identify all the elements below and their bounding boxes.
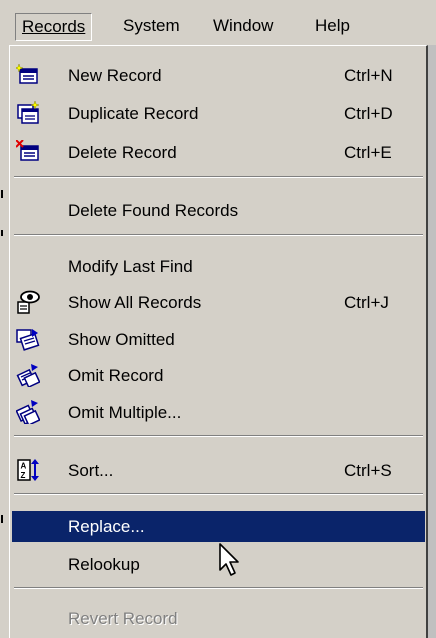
duplicate-record-icon xyxy=(17,101,40,124)
menu-item-label: Replace... xyxy=(68,517,145,536)
menu-item-modify-last-find[interactable]: Modify Last Find xyxy=(12,251,425,282)
menu-item-shortcut: Ctrl+D xyxy=(344,104,393,123)
window-edge-mark xyxy=(1,230,3,236)
menu-separator xyxy=(14,234,423,236)
menu-item-delete-record[interactable]: Delete Record Ctrl+E xyxy=(12,137,425,168)
menu-item-label: Duplicate Record xyxy=(68,104,199,123)
menu-item-show-omitted[interactable]: Show Omitted xyxy=(12,324,425,355)
show-all-records-icon xyxy=(17,290,40,314)
menu-window-label: Window xyxy=(213,16,274,35)
svg-text:Z: Z xyxy=(21,471,26,480)
menu-item-label: Omit Record xyxy=(68,366,164,385)
show-omitted-icon xyxy=(16,329,40,351)
menu-item-revert-record: Revert Record xyxy=(12,603,425,634)
menu-item-duplicate-record[interactable]: Duplicate Record Ctrl+D xyxy=(12,98,425,129)
menu-item-label: Show All Records xyxy=(68,293,202,312)
menu-help-label: Help xyxy=(315,16,350,35)
svg-text:A: A xyxy=(21,462,27,471)
menu-item-label: New Record xyxy=(68,66,162,85)
menu-separator xyxy=(14,587,423,589)
menu-item-shortcut: Ctrl+E xyxy=(344,143,392,162)
menu-item-omit-multiple[interactable]: Omit Multiple... xyxy=(12,397,425,428)
menu-separator xyxy=(14,435,423,437)
background-window-edge xyxy=(0,0,9,638)
menu-item-shortcut: Ctrl+S xyxy=(344,461,392,480)
mouse-pointer-icon xyxy=(219,543,239,576)
menu-item-omit-record[interactable]: Omit Record xyxy=(12,360,425,391)
menu-help[interactable]: Help xyxy=(309,13,356,41)
sort-icon: A Z xyxy=(17,459,39,481)
omit-record-icon xyxy=(16,364,40,387)
menu-item-replace[interactable]: Replace... xyxy=(12,511,425,542)
menu-item-label: Sort... xyxy=(68,461,114,480)
new-record-icon xyxy=(16,63,38,84)
menu-item-label: Revert Record xyxy=(68,609,178,628)
menu-separator xyxy=(14,176,423,178)
menu-item-show-all-records[interactable]: Show All Records Ctrl+J xyxy=(12,287,425,318)
menu-window[interactable]: Window xyxy=(207,13,279,41)
menu-item-label: Show Omitted xyxy=(68,330,175,349)
menu-item-label: Delete Record xyxy=(68,143,177,162)
menu-item-sort[interactable]: A Z Sort... Ctrl+S xyxy=(12,455,425,486)
omit-multiple-icon xyxy=(16,400,40,424)
menu-item-new-record[interactable]: New Record Ctrl+N xyxy=(12,60,425,91)
menu-item-delete-found-records[interactable]: Delete Found Records xyxy=(12,195,425,226)
menu-item-label: Modify Last Find xyxy=(68,257,193,276)
window-edge-mark xyxy=(1,190,3,198)
menu-records[interactable]: Records xyxy=(15,13,93,41)
menu-bar: Records System Window Help xyxy=(9,0,436,45)
menu-item-label: Omit Multiple... xyxy=(68,403,182,422)
menu-item-label: Delete Found Records xyxy=(68,201,239,220)
menu-separator xyxy=(14,493,423,495)
menu-system[interactable]: System xyxy=(117,13,186,41)
menu-system-label: System xyxy=(123,16,180,35)
menu-item-shortcut: Ctrl+J xyxy=(344,293,389,312)
delete-record-icon xyxy=(16,140,39,161)
menu-item-label: Relookup xyxy=(68,555,140,574)
window-edge-mark xyxy=(1,515,3,523)
menu-item-shortcut: Ctrl+N xyxy=(344,66,393,85)
menu-records-label: Records xyxy=(22,17,86,36)
